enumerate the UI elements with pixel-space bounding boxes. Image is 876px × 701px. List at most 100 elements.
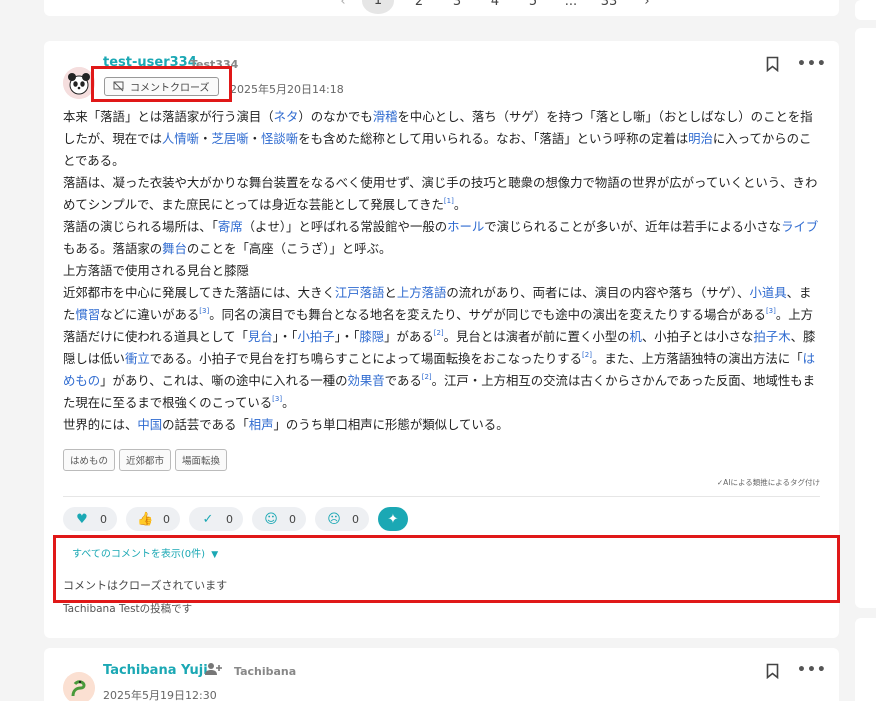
citation-link[interactable]: [2]: [422, 373, 432, 381]
body-text: である: [384, 373, 422, 388]
body-text: 。同名の演目でも舞台となる地名を変えたり、サゲが同じでも途中の演出を変えたりする…: [209, 307, 766, 322]
body-link[interactable]: 効果音: [348, 373, 385, 388]
body-link[interactable]: 芝居噺: [211, 131, 248, 146]
show-all-comments-link[interactable]: すべてのコメントを表示(0件) ▼: [72, 545, 218, 560]
citation-link[interactable]: [3]: [199, 307, 209, 315]
smile-icon: ☺: [264, 511, 278, 527]
user-avatar[interactable]: [63, 672, 95, 701]
body-link[interactable]: 慣習: [75, 307, 100, 322]
reaction-count: 0: [352, 512, 359, 526]
body-text: 近郊都市を中心に発展してきた落語には、大きく: [63, 285, 335, 300]
reaction-button[interactable]: 👍 0: [126, 507, 180, 531]
reaction-button[interactable]: ☺ 0: [252, 507, 306, 531]
post2-date: 2025年5月19日12:30: [103, 689, 217, 701]
comments-closed-message: コメントはクローズされています: [63, 579, 228, 592]
body-text: 落語は、凝った衣装や大がかりな舞台装置をなるべく使用せず、演じ手の技巧と聴衆の想…: [63, 175, 818, 212]
thumbs-up-icon: 👍: [137, 511, 154, 527]
citation-link[interactable]: [2]: [582, 351, 592, 359]
side-panel: [855, 28, 876, 608]
body-link[interactable]: 相声: [249, 417, 274, 432]
citation-link[interactable]: [2]: [434, 329, 444, 337]
add-reaction-button[interactable]: ✦: [378, 507, 408, 531]
body-link[interactable]: 人情噺: [162, 131, 199, 146]
prev-page-button[interactable]: ‹: [324, 0, 362, 9]
body-text: の話芸である「: [162, 417, 249, 432]
reaction-button[interactable]: ♥ 0: [63, 507, 117, 531]
citation-link[interactable]: [3]: [272, 395, 282, 403]
body-text: 。: [453, 197, 467, 212]
body-text: 」がある: [384, 329, 434, 344]
comment-closed-badge: コメントクローズ: [104, 77, 219, 96]
side-panel: [855, 0, 876, 20]
body-link[interactable]: ホール: [447, 219, 484, 234]
post2-username[interactable]: Tachibana Yuji: [103, 663, 208, 678]
body-text: 」があり、これは、噺の途中に入れる一種の: [100, 373, 348, 388]
body-link[interactable]: 衝立: [125, 351, 150, 366]
page-2[interactable]: 2: [400, 0, 438, 9]
post-paragraph: 世界的には、中国の話芸である「相声」のうち単口相声に形態が類似している。: [63, 414, 823, 436]
post-body: 本来「落語」とは落語家が行う演目（ネタ）のなかでも滑稽を中心とし、落ち（サゲ）を…: [63, 106, 823, 436]
citation-link[interactable]: [1]: [444, 197, 454, 205]
page-3[interactable]: 3: [438, 0, 476, 9]
body-link[interactable]: ライブ: [781, 219, 818, 234]
page-current[interactable]: 1: [362, 0, 394, 14]
body-link[interactable]: 江戸落語: [335, 285, 385, 300]
reaction-count: 0: [226, 512, 233, 526]
bookmark-button[interactable]: [766, 56, 779, 76]
body-link[interactable]: 明治: [688, 131, 713, 146]
sparkle-icon: ✦: [387, 511, 399, 527]
reaction-button[interactable]: ✓ 0: [189, 507, 243, 531]
tag-chip[interactable]: はめもの: [63, 449, 116, 471]
pagination: ‹ 1 2 3 4 5 ... 33 ›: [324, 0, 666, 14]
more-icon: •••: [797, 662, 827, 678]
body-link[interactable]: ネタ: [274, 109, 299, 124]
body-link[interactable]: 寄席: [218, 219, 243, 234]
body-link[interactable]: 机: [630, 329, 642, 344]
page-ellipsis: ...: [564, 0, 578, 9]
body-text: と: [384, 285, 397, 300]
body-link[interactable]: 滑稽: [373, 109, 398, 124]
bookmark-button[interactable]: [766, 663, 779, 683]
body-text: 。また、上方落語独特の演出方法に「: [591, 351, 803, 366]
body-text: で演じられることが多いが、近年は若手による小さな: [484, 219, 782, 234]
body-text: をも含めた総称として用いられる。なお、「落語」という呼称の定着は: [298, 131, 689, 146]
page-33[interactable]: 33: [590, 0, 628, 9]
chevron-down-icon: ▼: [211, 550, 219, 560]
post-username[interactable]: test-user334: [103, 55, 197, 70]
body-link[interactable]: 舞台: [162, 241, 187, 256]
body-text: の流れがあり、両者には、演目の内容や落ち（サゲ）、: [446, 285, 750, 300]
ai-tag-note: ✓AIによる類推によるタグ付け: [716, 478, 820, 487]
bookmark-icon: [766, 56, 779, 73]
tag-chip[interactable]: 近郊都市: [119, 449, 172, 471]
body-link[interactable]: 拍子木: [753, 329, 790, 344]
next-page-button[interactable]: ›: [628, 0, 666, 9]
reaction-button[interactable]: ☹ 0: [315, 507, 369, 531]
dragon-avatar-icon: [63, 672, 95, 701]
more-icon: •••: [797, 56, 827, 72]
body-text: 。: [282, 395, 295, 410]
page-4[interactable]: 4: [476, 0, 514, 9]
post-paragraph: 本来「落語」とは落語家が行う演目（ネタ）のなかでも滑稽を中心とし、落ち（サゲ）を…: [63, 106, 823, 172]
body-text: のことを「高座（こうざ）」と呼ぶ。: [186, 241, 392, 256]
body-link[interactable]: 上方落語: [397, 285, 447, 300]
body-text: 」・「: [272, 329, 298, 344]
surprised-icon: ☹: [327, 511, 341, 527]
body-link[interactable]: 小道具: [749, 285, 786, 300]
body-text: などに違いがある: [100, 307, 200, 322]
page-5[interactable]: 5: [514, 0, 552, 9]
body-link[interactable]: 中国: [137, 417, 162, 432]
reaction-count: 0: [289, 512, 296, 526]
body-link[interactable]: 小拍子: [297, 329, 334, 344]
tag-chip[interactable]: 場面転換: [175, 449, 228, 471]
add-user-icon: [205, 663, 222, 675]
follow-user-button[interactable]: [205, 662, 223, 680]
body-text: ・: [248, 131, 262, 146]
user-avatar[interactable]: [63, 67, 95, 99]
body-link[interactable]: 見台: [248, 329, 273, 344]
body-link[interactable]: 膝隠: [359, 329, 384, 344]
more-options-button[interactable]: •••: [797, 56, 827, 72]
more-options-button[interactable]: •••: [797, 662, 827, 678]
citation-link[interactable]: [3]: [766, 307, 776, 315]
body-link[interactable]: 怪談噺: [261, 131, 298, 146]
post-date: 2025年5月20日14:18: [230, 83, 344, 96]
